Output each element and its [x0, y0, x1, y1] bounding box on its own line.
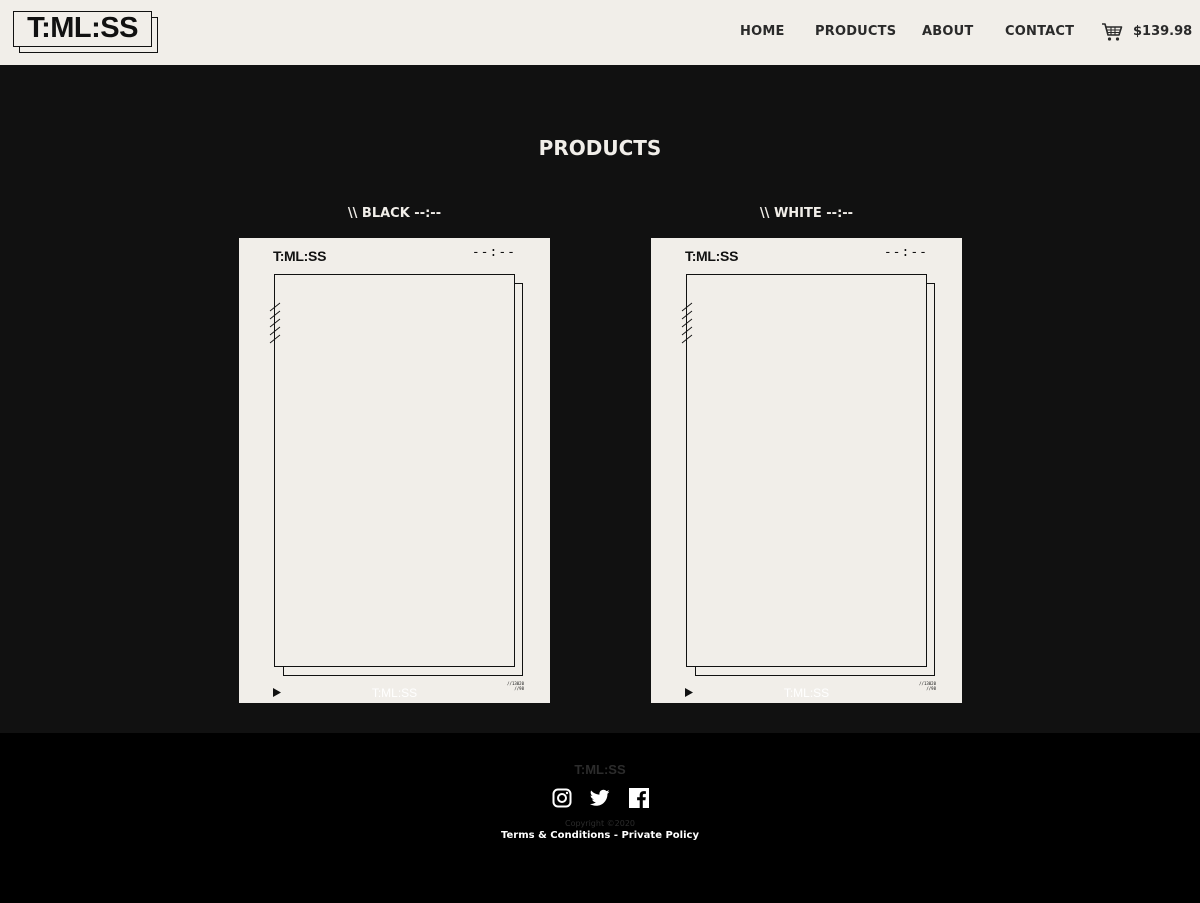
twitter-icon[interactable] [590, 788, 610, 808]
site-footer: T:ML:SS Copyright ©2020 Terms & Conditio… [0, 733, 1200, 903]
card-time: --:-- [471, 245, 516, 260]
nav-about[interactable]: ABOUT [922, 0, 973, 65]
logo-text: T:ML:SS [13, 11, 152, 47]
card-frame [274, 274, 515, 667]
site-logo[interactable]: T:ML:SS [13, 11, 159, 54]
copyright-text: Copyright ©2020 [565, 819, 635, 828]
product-card-white[interactable]: T:ML:SS --:-- T:ML:SS //13020 //98 [651, 238, 962, 703]
card-code: //13020 //98 [507, 681, 524, 691]
page-title: PRODUCTS [538, 136, 662, 160]
facebook-icon[interactable] [629, 788, 649, 808]
card-brand: T:ML:SS [273, 248, 327, 264]
footer-brand: T:ML:SS [574, 762, 626, 777]
privacy-link[interactable]: Private Policy [621, 830, 699, 841]
nav-contact[interactable]: CONTACT [1005, 0, 1074, 65]
product-label-black[interactable]: \\ BLACK --:-- [239, 206, 550, 221]
cart-icon[interactable] [1101, 22, 1123, 42]
card-frame [686, 274, 927, 667]
card-time: --:-- [883, 245, 928, 260]
hatch-marks-icon [681, 302, 693, 344]
site-header: T:ML:SS HOME PRODUCTS ABOUT CONTACT $139… [0, 0, 1200, 65]
legal-separator: - [610, 830, 622, 841]
nav-home[interactable]: HOME [740, 0, 785, 65]
hatch-marks-icon [269, 302, 281, 344]
product-label-white[interactable]: \\ WHITE --:-- [651, 206, 962, 221]
card-code-line: //98 [514, 686, 524, 691]
cart-total[interactable]: $139.98 [1133, 0, 1192, 65]
nav-products[interactable]: PRODUCTS [815, 0, 896, 65]
card-brand: T:ML:SS [685, 248, 739, 264]
card-code-line: //98 [926, 686, 936, 691]
product-card-black[interactable]: T:ML:SS --:-- T:ML:SS //13020 //98 [239, 238, 550, 703]
card-code: //13020 //98 [919, 681, 936, 691]
legal-links: Terms & Conditions - Private Policy [0, 830, 1200, 841]
terms-link[interactable]: Terms & Conditions [501, 830, 610, 841]
card-foot-brand: T:ML:SS [783, 686, 830, 700]
instagram-icon[interactable] [552, 788, 572, 808]
card-foot-brand: T:ML:SS [371, 686, 418, 700]
